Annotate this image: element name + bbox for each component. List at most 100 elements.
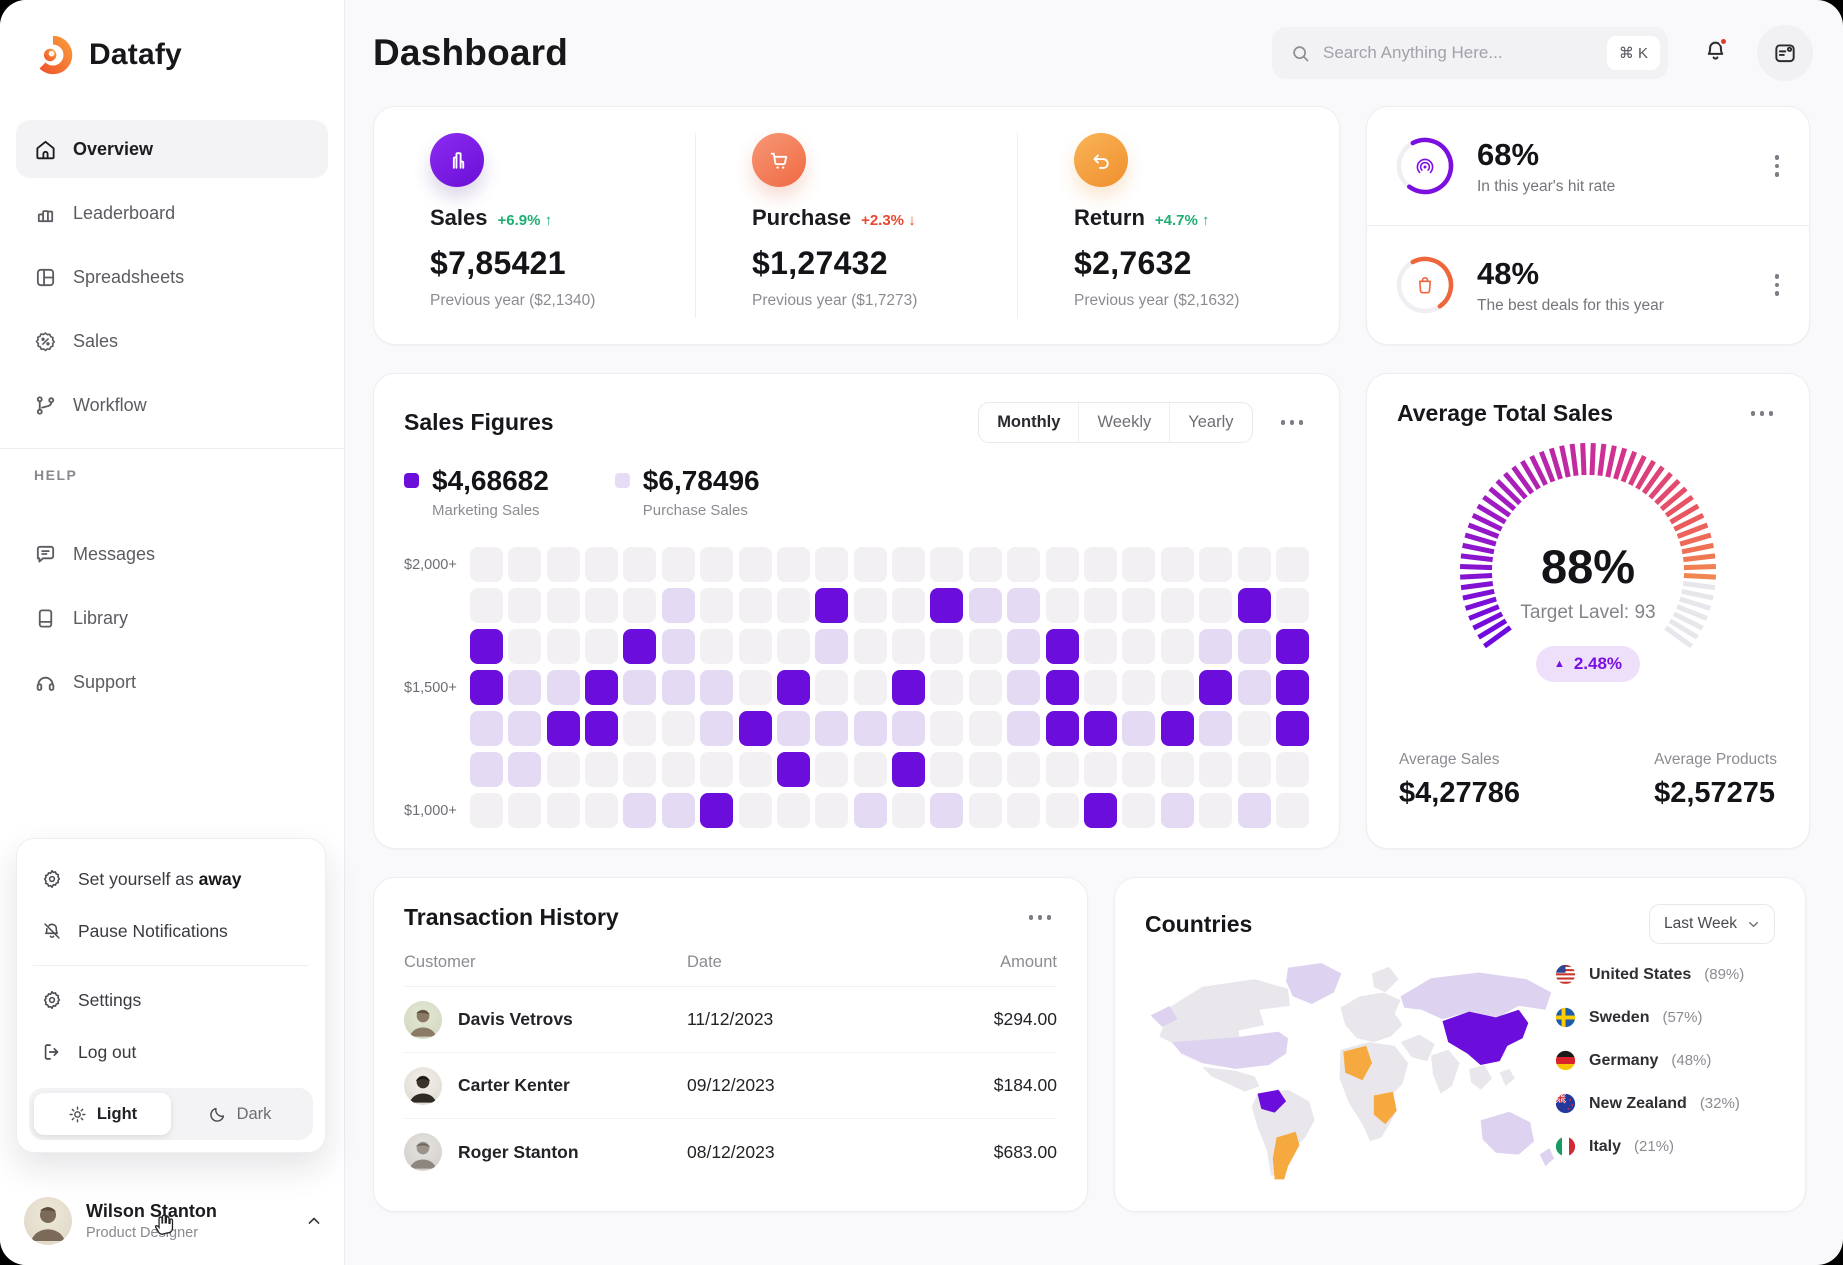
heatmap-cell xyxy=(1007,752,1040,787)
heatmap-cell xyxy=(969,629,1002,664)
menu-item-label: Settings xyxy=(78,990,141,1011)
heatmap-cell xyxy=(739,629,772,664)
heatmap-cell xyxy=(470,793,503,828)
kpi-card: Sales +6.9% ↑ $7,85421 Previous year ($2… xyxy=(373,106,1340,345)
average-sales-stat: Average Sales $4,27786 xyxy=(1399,751,1520,810)
heatmap-cell xyxy=(1046,711,1079,746)
search-input[interactable] xyxy=(1323,43,1595,63)
table-row[interactable]: Roger Stanton 08/12/2023 $683.00 xyxy=(404,1119,1057,1185)
menu-item-settings[interactable]: Settings xyxy=(29,974,313,1026)
menu-item-set-away[interactable]: Set yourself as away xyxy=(29,853,313,905)
kebab-menu-horizontal[interactable] xyxy=(1275,414,1310,431)
heatmap-cell xyxy=(815,588,848,623)
heatmap-cell xyxy=(1046,588,1079,623)
user-profile[interactable]: Wilson Stanton Product Designer xyxy=(24,1197,324,1245)
sidebar-item-support[interactable]: Support xyxy=(16,653,328,711)
y-label: $1,000+ xyxy=(404,803,457,819)
heatmap-cell xyxy=(547,629,580,664)
table-row[interactable]: Davis Vetrovs 11/12/2023 $294.00 xyxy=(404,987,1057,1053)
heatmap-cell xyxy=(508,711,541,746)
kebab-menu-horizontal[interactable] xyxy=(1023,909,1058,926)
heatmap-cell xyxy=(777,793,810,828)
list-item[interactable]: United States (89%) xyxy=(1555,964,1775,985)
search-bar[interactable]: ⌘ K xyxy=(1272,27,1668,79)
tab-monthly[interactable]: Monthly xyxy=(979,403,1078,442)
heatmap-cell xyxy=(815,793,848,828)
heatmap-cell xyxy=(1276,711,1309,746)
menu-item-pause-notifications[interactable]: Pause Notifications xyxy=(29,905,313,957)
chevron-up-icon[interactable] xyxy=(304,1211,324,1231)
sidebar-item-sales[interactable]: Sales xyxy=(16,312,328,370)
heatmap-cell xyxy=(662,670,695,705)
avatar xyxy=(404,1001,442,1039)
stat-label: Return xyxy=(1074,205,1145,231)
panel-menu-button[interactable] xyxy=(1757,25,1813,81)
heatmap-cell xyxy=(969,547,1002,582)
heatmap-cell xyxy=(623,670,656,705)
germany-flag-icon xyxy=(1555,1050,1576,1071)
arrow-up-icon: ↑ xyxy=(545,212,553,229)
heatmap-cell xyxy=(585,752,618,787)
gauge-footer-stats: Average Sales $4,27786 Average Products … xyxy=(1397,751,1779,810)
avatar xyxy=(404,1133,442,1171)
heatmap-cell xyxy=(1161,711,1194,746)
sidebar-item-library[interactable]: Library xyxy=(16,589,328,647)
heatmap-cell xyxy=(1276,588,1309,623)
tab-yearly[interactable]: Yearly xyxy=(1169,403,1251,442)
heatmap-cell xyxy=(854,752,887,787)
bottom-row: Transaction History Customer Date Amount… xyxy=(373,877,1813,1212)
table-row[interactable]: Carter Kenter 09/12/2023 $184.00 xyxy=(404,1053,1057,1119)
heatmap-cell xyxy=(508,588,541,623)
menu-item-label: Pause Notifications xyxy=(78,921,228,942)
theme-dark-button[interactable]: Dark xyxy=(171,1093,308,1135)
heatmap-cell xyxy=(623,793,656,828)
country-name: Sweden xyxy=(1589,1009,1649,1027)
period-dropdown-value: Last Week xyxy=(1664,915,1737,933)
heatmap-cell xyxy=(854,588,887,623)
heatmap-cell xyxy=(1199,547,1232,582)
heatmap-cell xyxy=(1122,752,1155,787)
sidebar-item-messages[interactable]: Messages xyxy=(16,525,328,583)
heatmap-cell xyxy=(892,629,925,664)
heatmap-cell xyxy=(1007,711,1040,746)
list-item[interactable]: Germany (48%) xyxy=(1555,1050,1775,1071)
sidebar-item-label: Overview xyxy=(73,139,153,160)
list-item[interactable]: Sweden (57%) xyxy=(1555,1007,1775,1028)
sidebar-item-workflow[interactable]: Workflow xyxy=(16,376,328,434)
panel-menu-icon xyxy=(1772,40,1798,66)
heatmap-cell xyxy=(739,670,772,705)
transaction-history-card: Transaction History Customer Date Amount… xyxy=(373,877,1088,1212)
heatmap-cell xyxy=(815,629,848,664)
heatmap-cell xyxy=(508,670,541,705)
kebab-menu-vertical[interactable] xyxy=(1769,149,1786,183)
heatmap-cell xyxy=(1161,629,1194,664)
support-headphones-icon xyxy=(34,671,57,694)
home-icon xyxy=(34,138,57,161)
search-icon xyxy=(1290,43,1311,64)
legend-label: Marketing Sales xyxy=(432,502,549,519)
heatmap-cell xyxy=(777,670,810,705)
sidebar-item-leaderboard[interactable]: Leaderboard xyxy=(16,184,328,242)
tab-weekly[interactable]: Weekly xyxy=(1078,403,1169,442)
sales-figures-title: Sales Figures xyxy=(404,409,978,436)
heatmap-cell xyxy=(1161,670,1194,705)
heatmap-cell xyxy=(1238,547,1271,582)
period-dropdown[interactable]: Last Week xyxy=(1649,904,1775,944)
heatmap-cell xyxy=(930,670,963,705)
kebab-menu-vertical[interactable] xyxy=(1769,268,1786,302)
heatmap-cell xyxy=(777,629,810,664)
sidebar-item-overview[interactable]: Overview xyxy=(16,120,328,178)
theme-light-button[interactable]: Light xyxy=(34,1093,171,1135)
notifications-button[interactable] xyxy=(1702,37,1729,69)
highlights-card: 68% In this year's hit rate 48% The b xyxy=(1366,106,1810,345)
kebab-menu-horizontal[interactable] xyxy=(1745,405,1780,422)
list-item[interactable]: Italy (21%) xyxy=(1555,1136,1775,1157)
stat-previous: Previous year ($2,1632) xyxy=(1074,292,1339,310)
menu-item-logout[interactable]: Log out xyxy=(29,1026,313,1078)
legend-label: Purchase Sales xyxy=(643,502,760,519)
heatmap-cell xyxy=(470,588,503,623)
gauge-delta-value: 2.48% xyxy=(1574,654,1622,674)
return-stat-icon xyxy=(1074,133,1128,187)
list-item[interactable]: New Zealand (32%) xyxy=(1555,1093,1775,1114)
sidebar-item-spreadsheets[interactable]: Spreadsheets xyxy=(16,248,328,306)
